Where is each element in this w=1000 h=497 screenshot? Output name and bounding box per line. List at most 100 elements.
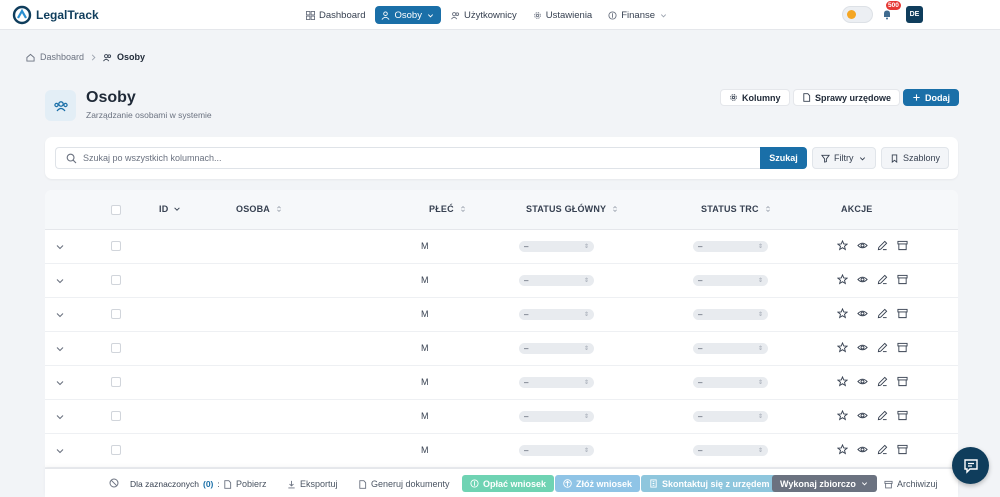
eye-icon[interactable] xyxy=(857,410,868,421)
column-status-main[interactable]: STATUS GŁÓWNY xyxy=(526,204,619,214)
row-checkbox[interactable] xyxy=(111,445,121,455)
status-main-select[interactable]: – ⇕ xyxy=(519,241,594,252)
contact-office-button[interactable]: Skontaktuj się z urzędem xyxy=(641,475,778,492)
status-trc-value: – xyxy=(698,310,703,319)
bulk-execute-button[interactable]: Wykonaj zbiorczo xyxy=(772,475,877,492)
status-main-select[interactable]: – ⇕ xyxy=(519,275,594,286)
chevron-down-icon[interactable] xyxy=(55,412,65,422)
chevron-down-icon[interactable] xyxy=(55,378,65,388)
ban-icon[interactable] xyxy=(109,478,119,488)
table-row[interactable]: M – ⇕ – ⇕ xyxy=(45,264,958,298)
archive-icon[interactable] xyxy=(897,342,908,353)
column-plec[interactable]: PŁEĆ xyxy=(429,204,467,214)
filters-button[interactable]: Filtry xyxy=(812,147,876,169)
table-row[interactable]: M – ⇕ – ⇕ xyxy=(45,400,958,434)
status-trc-select[interactable]: – ⇕ xyxy=(693,343,768,354)
avatar[interactable]: DE xyxy=(906,6,923,23)
status-trc-select[interactable]: – ⇕ xyxy=(693,309,768,320)
nav-uzytkownicy[interactable]: Użytkownicy xyxy=(445,6,523,24)
edit-icon[interactable] xyxy=(877,308,888,319)
sort-icon: ⇕ xyxy=(757,312,763,318)
status-main-select[interactable]: – ⇕ xyxy=(519,309,594,320)
row-checkbox[interactable] xyxy=(111,309,121,319)
eye-icon[interactable] xyxy=(857,342,868,353)
eye-icon[interactable] xyxy=(857,308,868,319)
star-icon[interactable] xyxy=(837,308,848,319)
table-row[interactable]: M – ⇕ – ⇕ xyxy=(45,434,958,468)
edit-icon[interactable] xyxy=(877,376,888,387)
export-button[interactable]: Eksportuj xyxy=(287,476,338,492)
eye-icon[interactable] xyxy=(857,274,868,285)
eye-icon[interactable] xyxy=(857,240,868,251)
generate-documents-button[interactable]: Generuj dokumenty xyxy=(358,476,450,492)
status-main-select[interactable]: – ⇕ xyxy=(519,343,594,354)
status-trc-select[interactable]: – ⇕ xyxy=(693,275,768,286)
columns-button[interactable]: Kolumny xyxy=(720,89,790,106)
star-icon[interactable] xyxy=(837,342,848,353)
nav-finanse[interactable]: Finanse xyxy=(602,6,674,24)
nav-dashboard[interactable]: Dashboard xyxy=(300,6,371,24)
logo[interactable]: LegalTrack xyxy=(12,5,99,25)
table-row[interactable]: M – ⇕ – ⇕ xyxy=(45,230,958,264)
search-input[interactable]: Szukaj po wszystkich kolumnach... xyxy=(55,147,761,169)
archive-icon[interactable] xyxy=(897,274,908,285)
column-osoba[interactable]: OSOBA xyxy=(236,204,283,214)
select-all-checkbox[interactable] xyxy=(111,205,121,215)
sort-icon: ⇕ xyxy=(583,244,589,250)
row-checkbox[interactable] xyxy=(111,343,121,353)
status-trc-select[interactable]: – ⇕ xyxy=(693,445,768,456)
star-icon[interactable] xyxy=(837,240,848,251)
chevron-down-icon[interactable] xyxy=(55,344,65,354)
star-icon[interactable] xyxy=(837,376,848,387)
download-button[interactable]: Pobierz xyxy=(223,476,267,492)
status-trc-select[interactable]: – ⇕ xyxy=(693,241,768,252)
pay-application-button[interactable]: Opłać wniosek xyxy=(462,475,555,492)
add-button[interactable]: Dodaj xyxy=(903,89,960,106)
sort-icon: ⇕ xyxy=(757,346,763,352)
notification-badge: 500 xyxy=(886,1,901,10)
column-id[interactable]: ID xyxy=(159,204,181,214)
archive-button[interactable]: Archiwizuj xyxy=(884,476,938,492)
archive-icon[interactable] xyxy=(897,240,908,251)
row-checkbox[interactable] xyxy=(111,377,121,387)
star-icon[interactable] xyxy=(837,444,848,455)
edit-icon[interactable] xyxy=(877,410,888,421)
column-status-trc[interactable]: STATUS TRC xyxy=(701,204,772,214)
star-icon[interactable] xyxy=(837,410,848,421)
theme-toggle[interactable] xyxy=(842,6,873,23)
archive-icon[interactable] xyxy=(897,376,908,387)
nav-ustawienia[interactable]: Ustawienia xyxy=(527,6,598,24)
edit-icon[interactable] xyxy=(877,274,888,285)
submit-application-button[interactable]: Złóż wniosek xyxy=(555,475,641,492)
chevron-down-icon[interactable] xyxy=(55,276,65,286)
chat-button[interactable] xyxy=(952,447,989,484)
star-icon[interactable] xyxy=(837,274,848,285)
edit-icon[interactable] xyxy=(877,240,888,251)
table-row[interactable]: M – ⇕ – ⇕ xyxy=(45,298,958,332)
search-button[interactable]: Szukaj xyxy=(760,147,807,169)
archive-icon[interactable] xyxy=(897,410,908,421)
status-trc-select[interactable]: – ⇕ xyxy=(693,411,768,422)
breadcrumb-home[interactable]: Dashboard xyxy=(40,52,84,62)
official-cases-button[interactable]: Sprawy urzędowe xyxy=(793,89,901,106)
eye-icon[interactable] xyxy=(857,444,868,455)
archive-icon[interactable] xyxy=(897,308,908,319)
chevron-down-icon[interactable] xyxy=(55,310,65,320)
edit-icon[interactable] xyxy=(877,444,888,455)
row-checkbox[interactable] xyxy=(111,275,121,285)
row-checkbox[interactable] xyxy=(111,241,121,251)
templates-button[interactable]: Szablony xyxy=(881,147,950,169)
status-main-select[interactable]: – ⇕ xyxy=(519,377,594,388)
table-row[interactable]: M – ⇕ – ⇕ xyxy=(45,332,958,366)
chevron-down-icon[interactable] xyxy=(55,242,65,252)
nav-osoby[interactable]: Osoby xyxy=(375,6,441,24)
table-row[interactable]: M – ⇕ – ⇕ xyxy=(45,366,958,400)
edit-icon[interactable] xyxy=(877,342,888,353)
status-trc-select[interactable]: – ⇕ xyxy=(693,377,768,388)
row-checkbox[interactable] xyxy=(111,411,121,421)
chevron-down-icon[interactable] xyxy=(55,446,65,456)
eye-icon[interactable] xyxy=(857,376,868,387)
status-main-select[interactable]: – ⇕ xyxy=(519,445,594,456)
archive-icon[interactable] xyxy=(897,444,908,455)
status-main-select[interactable]: – ⇕ xyxy=(519,411,594,422)
